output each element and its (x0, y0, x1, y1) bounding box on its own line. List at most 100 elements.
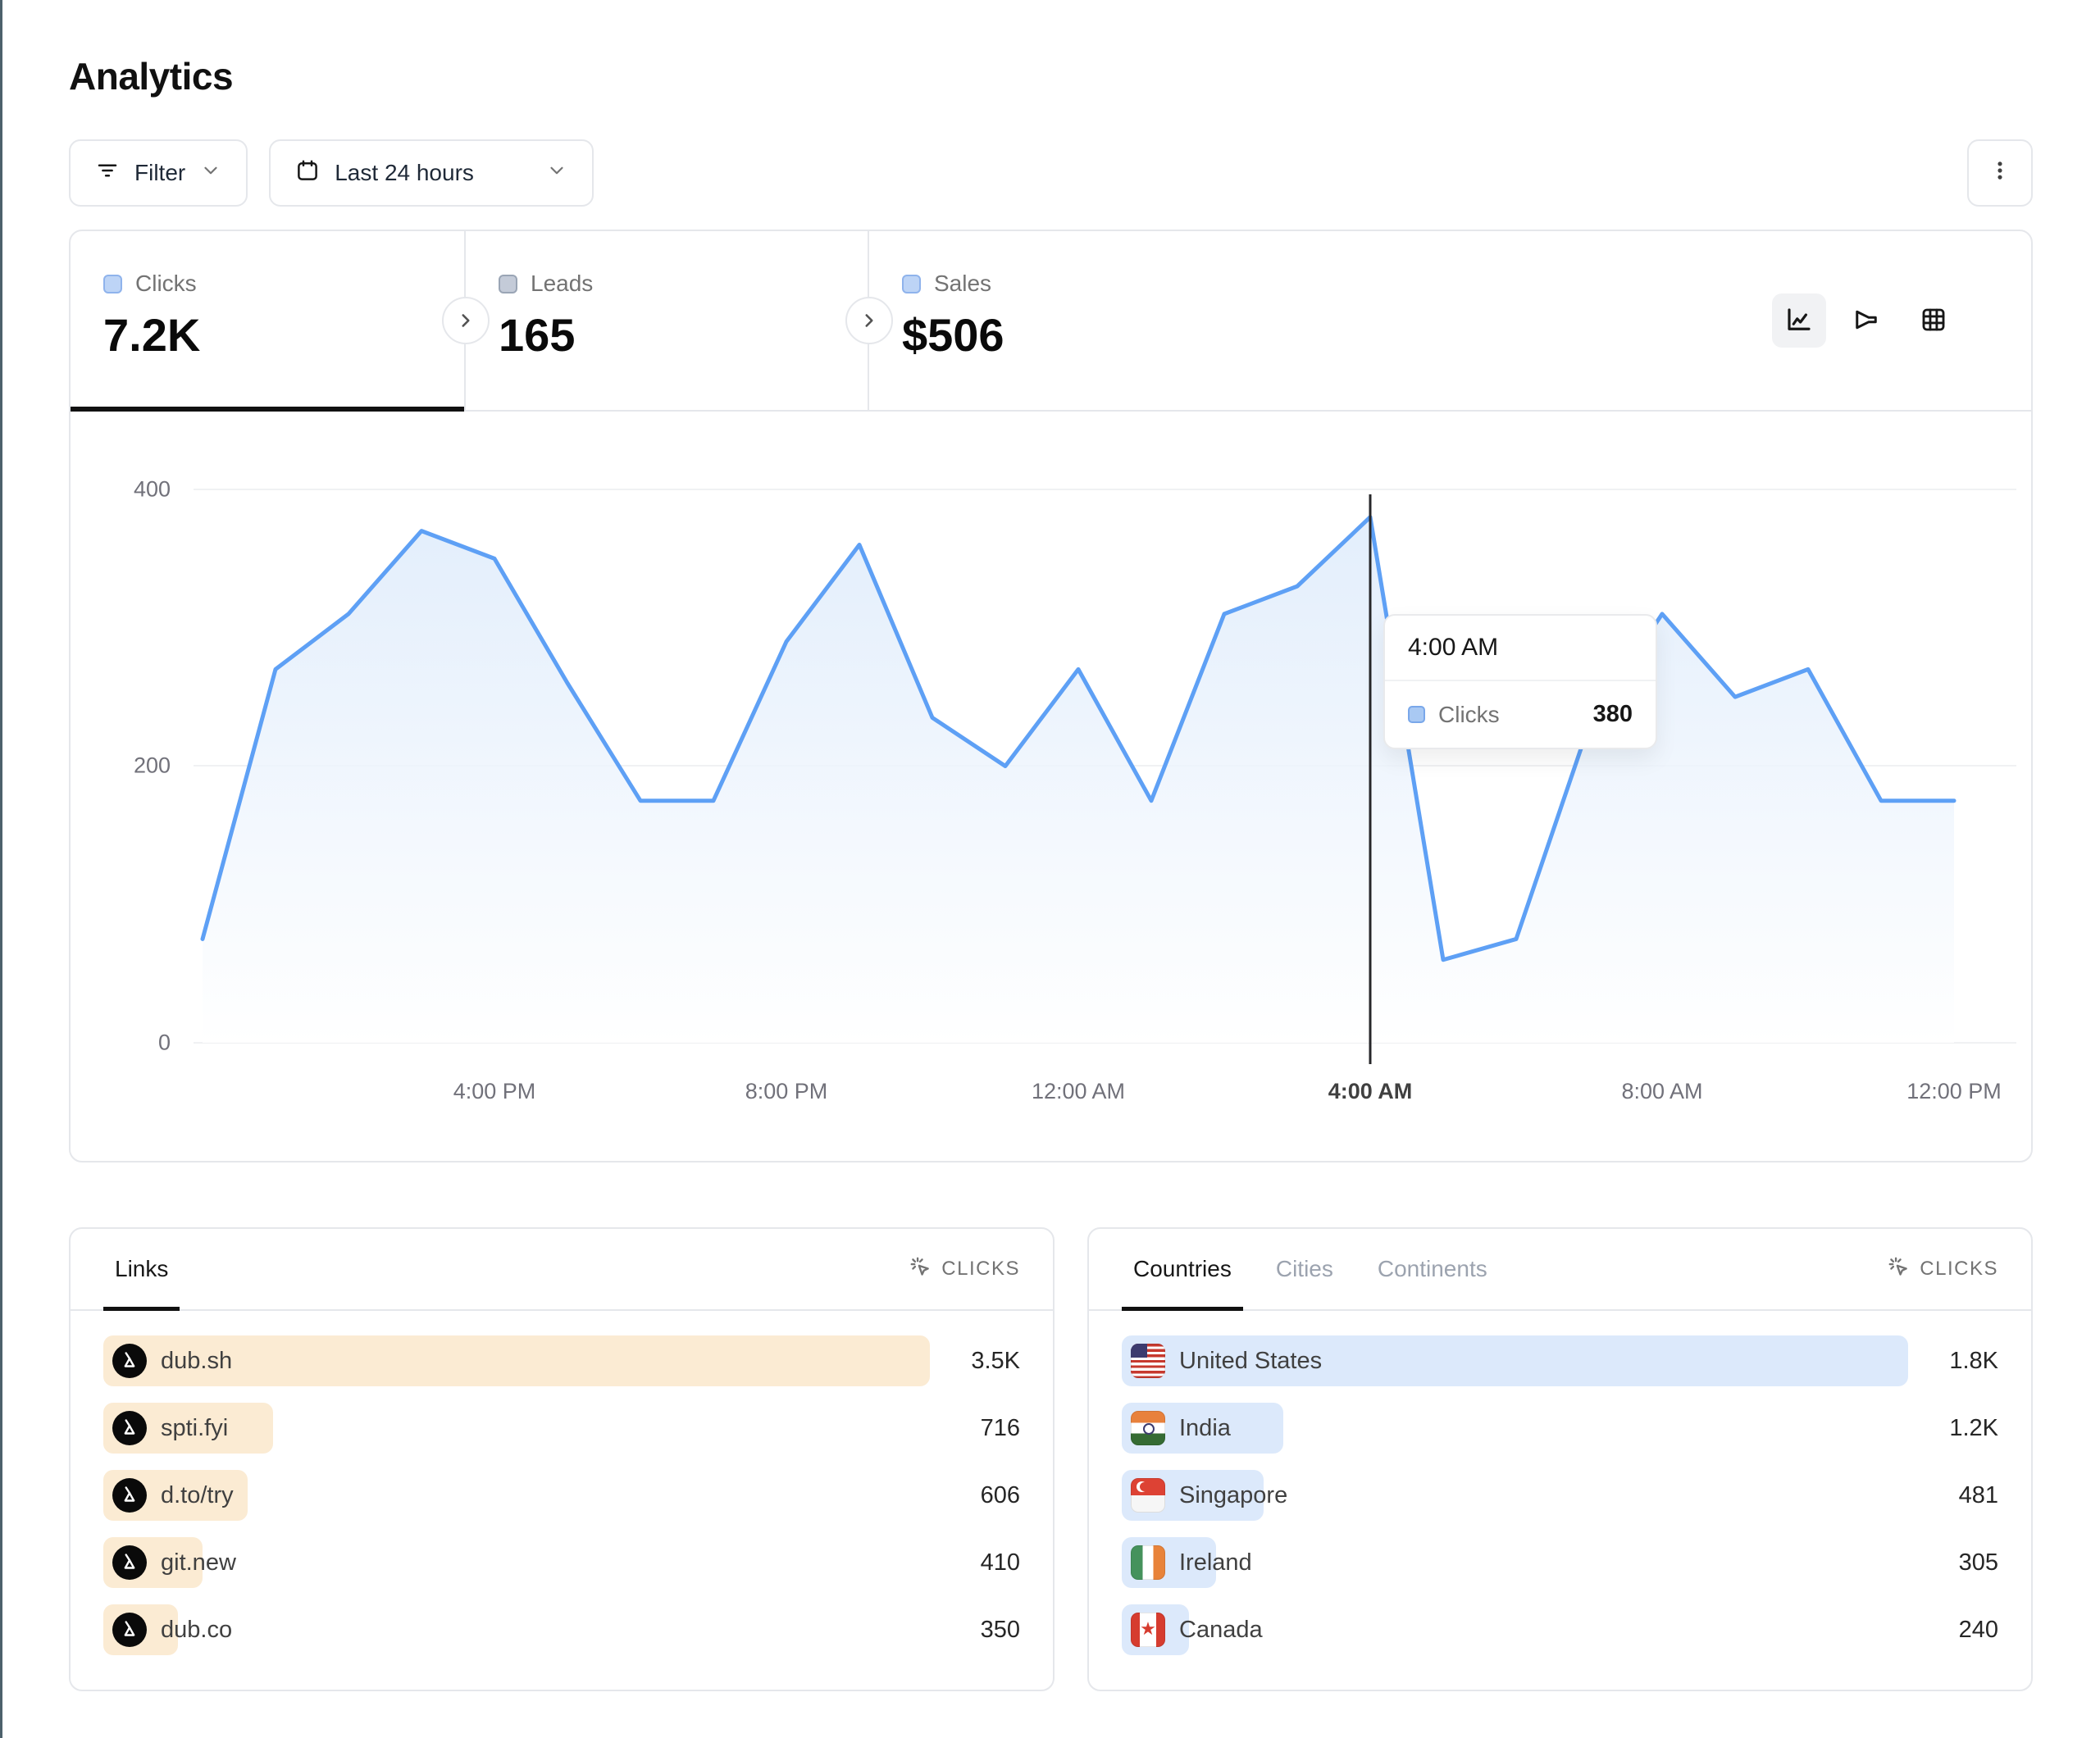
chart-tooltip: 4:00 AM Clicks 380 (1383, 614, 1657, 749)
country-row[interactable]: Singapore 481 (1122, 1470, 1998, 1521)
country-clicks: 305 (1959, 1549, 1998, 1576)
link-label: spti.fyi (161, 1415, 228, 1442)
tab-links-label: Links (115, 1256, 168, 1282)
tab-countries-label: Countries (1133, 1256, 1232, 1282)
x-axis-tick: 4:00 AM (1328, 1079, 1413, 1104)
country-clicks: 1.8K (1949, 1348, 1998, 1375)
link-label: d.to/try (161, 1482, 234, 1509)
analytics-page: Analytics Filter Last 24 hours (0, 0, 2100, 1738)
geo-metric-selector[interactable]: CLICKS (1887, 1255, 1998, 1284)
singapore-flag-icon (1131, 1478, 1165, 1513)
cursor-click-icon (1887, 1255, 1910, 1284)
country-row[interactable]: India 1.2K (1122, 1403, 1998, 1454)
date-range-label: Last 24 hours (335, 160, 474, 186)
canada-flag-icon (1131, 1613, 1165, 1647)
cursor-click-icon (909, 1255, 932, 1284)
plot-area: 4:00 PM 8:00 PM 12:00 AM 4:00 AM 8:00 AM… (203, 489, 1954, 1043)
stat-tab-leads[interactable]: Leads 165 (466, 231, 869, 410)
y-axis-tick: 400 (71, 477, 171, 503)
funnel-chart-view-button[interactable] (1839, 293, 1893, 348)
clicks-legend-swatch (103, 275, 122, 293)
area-fill (203, 517, 1954, 1043)
clicks-legend-swatch (1408, 706, 1425, 723)
tab-continents[interactable]: Continents (1366, 1229, 1499, 1309)
dub-logo-icon (112, 1545, 147, 1580)
dub-logo-icon (112, 1478, 147, 1513)
leads-value: 165 (499, 308, 868, 362)
x-axis-tick: 4:00 PM (453, 1079, 536, 1104)
country-label: Singapore (1179, 1482, 1287, 1509)
funnel-chart-icon (1852, 305, 1881, 337)
left-edge-accent (0, 0, 2, 1738)
chart-view-switcher (1772, 293, 1961, 348)
more-options-button[interactable] (1967, 139, 2033, 207)
stat-tab-label: Clicks (135, 271, 197, 297)
tooltip-series-value: 380 (1593, 701, 1633, 728)
links-rows: dub.sh 3.5K spti.fyi 716 (71, 1311, 1053, 1655)
link-label: dub.sh (161, 1348, 232, 1375)
link-clicks: 716 (981, 1415, 1020, 1442)
india-flag-icon (1131, 1411, 1165, 1445)
tab-countries[interactable]: Countries (1122, 1229, 1243, 1309)
clicks-timeseries-chart[interactable]: 400 200 0 4:0 (71, 412, 2031, 1162)
filter-button-label: Filter (134, 160, 185, 186)
link-row[interactable]: git.new 410 (103, 1537, 1020, 1588)
geo-panel-header: Countries Cities Continents CLICKS (1089, 1229, 2031, 1311)
leads-legend-swatch (499, 275, 517, 293)
link-row[interactable]: dub.sh 3.5K (103, 1335, 1020, 1386)
country-label: Canada (1179, 1617, 1263, 1644)
tooltip-time: 4:00 AM (1385, 616, 1656, 681)
country-row[interactable]: Ireland 305 (1122, 1537, 1998, 1588)
country-row[interactable]: Canada 240 (1122, 1604, 1998, 1655)
table-view-button[interactable] (1906, 293, 1961, 348)
expand-leads-sales-button[interactable] (845, 297, 893, 344)
stat-tab-label: Sales (934, 271, 991, 297)
country-clicks: 481 (1959, 1482, 1998, 1509)
tab-cities-label: Cities (1276, 1256, 1333, 1282)
link-label: git.new (161, 1549, 236, 1576)
country-label: United States (1179, 1348, 1322, 1375)
table-grid-icon (1919, 305, 1948, 337)
toolbar: Filter Last 24 hours (69, 139, 2033, 207)
country-clicks: 240 (1959, 1617, 1998, 1644)
stat-tab-clicks[interactable]: Clicks 7.2K (71, 231, 466, 410)
geo-rows: United States 1.8K India 1.2K Singapore … (1089, 1311, 2031, 1655)
link-row[interactable]: spti.fyi 716 (103, 1403, 1020, 1454)
clicks-value: 7.2K (103, 308, 464, 362)
links-metric-selector[interactable]: CLICKS (909, 1255, 1020, 1284)
x-axis-tick: 8:00 PM (745, 1079, 828, 1104)
tab-cities[interactable]: Cities (1264, 1229, 1345, 1309)
stat-tab-sales[interactable]: Sales $506 (869, 231, 1273, 410)
line-chart-view-button[interactable] (1772, 293, 1826, 348)
geo-metric-label: CLICKS (1920, 1258, 1998, 1281)
links-metric-label: CLICKS (941, 1258, 1020, 1281)
y-axis-tick: 200 (71, 753, 171, 779)
hover-crosshair (1369, 494, 1372, 1064)
geo-panel: Countries Cities Continents CLICKS (1087, 1227, 2033, 1691)
link-row[interactable]: d.to/try 606 (103, 1470, 1020, 1521)
filter-button[interactable]: Filter (69, 139, 248, 207)
us-flag-icon (1131, 1344, 1165, 1378)
stat-tabs: Clicks 7.2K Leads 165 Sales $ (71, 231, 2031, 412)
link-label: dub.co (161, 1617, 232, 1644)
dub-logo-icon (112, 1411, 147, 1445)
tab-links[interactable]: Links (103, 1229, 180, 1309)
x-axis-tick: 12:00 AM (1032, 1079, 1125, 1104)
date-range-button[interactable]: Last 24 hours (269, 139, 594, 207)
tab-continents-label: Continents (1378, 1256, 1487, 1282)
country-row[interactable]: United States 1.8K (1122, 1335, 1998, 1386)
link-clicks: 606 (981, 1482, 1020, 1509)
sales-value: $506 (902, 308, 1273, 362)
country-label: Ireland (1179, 1549, 1252, 1576)
kebab-menu-icon (1988, 159, 2011, 188)
calendar-icon (295, 158, 320, 189)
tooltip-row: Clicks 380 (1385, 681, 1656, 748)
expand-clicks-leads-button[interactable] (442, 297, 490, 344)
breakdown-panels: Links CLICKS dub.sh (69, 1227, 2033, 1691)
link-clicks: 3.5K (971, 1348, 1020, 1375)
links-panel: Links CLICKS dub.sh (69, 1227, 1055, 1691)
chevron-down-icon (200, 160, 221, 187)
link-clicks: 350 (981, 1617, 1020, 1644)
country-clicks: 1.2K (1949, 1415, 1998, 1442)
link-row[interactable]: dub.co 350 (103, 1604, 1020, 1655)
